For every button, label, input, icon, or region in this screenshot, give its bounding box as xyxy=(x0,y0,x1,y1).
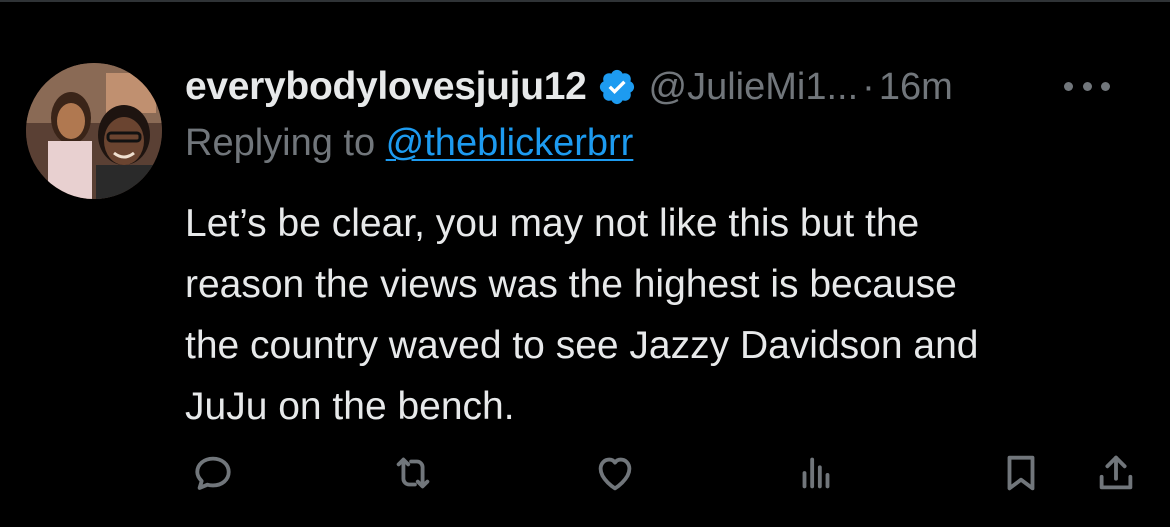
tweet-body-line: Let’s be clear, you may not like this bu… xyxy=(185,202,920,245)
tweet-body-line: JuJu on the bench. xyxy=(185,385,515,428)
repost-arrows-icon xyxy=(396,457,430,489)
bookmark-icon xyxy=(1007,455,1035,491)
views-button[interactable] xyxy=(788,445,844,501)
tweet-body-line: the country waved to see Jazzy Davidson … xyxy=(185,324,979,367)
reply-button[interactable] xyxy=(185,445,241,501)
tweet-header: everybodylovesjuju12 @JulieMi1... · 16m xyxy=(185,60,1140,114)
avatar-photo xyxy=(26,63,162,199)
replying-to-line: Replying to @theblickerbrr xyxy=(185,122,633,165)
avatar[interactable] xyxy=(26,63,162,199)
timestamp[interactable]: 16m xyxy=(879,66,953,109)
user-handle[interactable]: @JulieMi1... xyxy=(649,66,859,109)
tweet-body: Let’s be clear, you may not like this bu… xyxy=(185,193,1135,437)
separator-dot: · xyxy=(862,65,875,108)
share-upload-icon xyxy=(1099,455,1133,490)
replying-to-handle-link[interactable]: @theblickerbrr xyxy=(386,122,634,164)
share-button[interactable] xyxy=(1088,445,1144,501)
tweet[interactable]: everybodylovesjuju12 @JulieMi1... · 16m … xyxy=(0,0,1170,527)
bookmark-button[interactable] xyxy=(993,445,1049,501)
more-options-icon[interactable] xyxy=(1064,66,1110,106)
action-bar xyxy=(0,445,1170,501)
replying-to-label: Replying to xyxy=(185,122,386,164)
display-name[interactable]: everybodylovesjuju12 xyxy=(185,65,587,109)
bar-chart-icon xyxy=(802,457,830,489)
speech-bubble-icon xyxy=(195,456,231,490)
repost-button[interactable] xyxy=(385,445,441,501)
verified-badge-icon[interactable] xyxy=(597,67,637,107)
tweet-body-line: reason the views was the highest is beca… xyxy=(185,263,957,306)
like-button[interactable] xyxy=(587,445,643,501)
heart-icon xyxy=(598,457,632,491)
